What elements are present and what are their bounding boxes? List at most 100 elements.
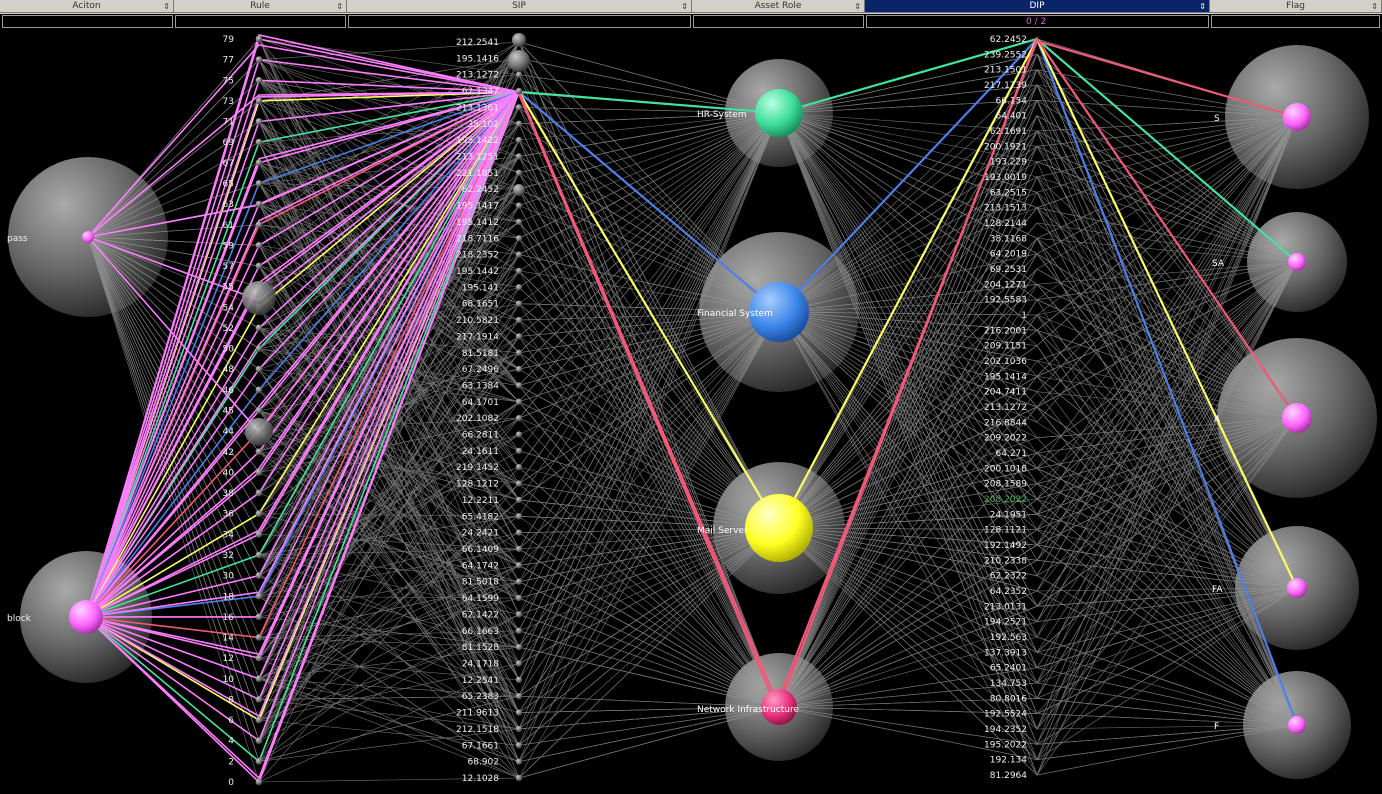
rule-tick-ball[interactable] xyxy=(255,97,263,105)
sip-tick-ball[interactable] xyxy=(515,284,523,291)
sip-tick-ball[interactable] xyxy=(515,349,523,356)
sort-icon[interactable]: ⇕ xyxy=(854,0,861,13)
sip-tick-ball[interactable] xyxy=(515,709,523,716)
sip-tick-ball[interactable] xyxy=(515,71,523,78)
rule-tick-ball[interactable] xyxy=(255,56,263,64)
sip-tick-ball[interactable] xyxy=(515,235,523,242)
sip-tick-ball[interactable] xyxy=(515,333,523,340)
rule-tick-ball[interactable] xyxy=(255,180,263,187)
sip-tick-ball[interactable] xyxy=(515,169,523,177)
sort-icon[interactable]: ⇕ xyxy=(336,0,343,13)
column-header-flag[interactable]: Flag ⇕ xyxy=(1210,0,1382,13)
flag-node-3[interactable] xyxy=(1287,578,1307,598)
sip-tick-ball[interactable] xyxy=(515,758,523,765)
filter-flag[interactable] xyxy=(1211,15,1380,28)
rule-tick-ball[interactable] xyxy=(255,696,263,703)
rule-tick-ball[interactable] xyxy=(255,551,263,559)
sip-tick-ball[interactable] xyxy=(515,120,523,127)
sip-tick-ball[interactable] xyxy=(515,660,523,667)
sip-bubble[interactable] xyxy=(512,33,526,47)
rule-tick-ball[interactable] xyxy=(255,716,263,724)
sip-tick-ball[interactable] xyxy=(515,87,523,95)
flag-node-2[interactable] xyxy=(1282,403,1312,433)
sip-tick-ball[interactable] xyxy=(515,431,523,438)
filter-action[interactable] xyxy=(2,15,173,28)
sip-tick-ball[interactable] xyxy=(515,693,523,700)
column-header-action[interactable]: Aciton ⇕ xyxy=(0,0,174,13)
rule-tick-ball[interactable] xyxy=(255,448,263,456)
column-header-rule[interactable]: Rule ⇕ xyxy=(174,0,347,13)
sip-tick-ball[interactable] xyxy=(515,464,523,471)
sip-tick-ball[interactable] xyxy=(515,627,523,634)
sip-tick-ball[interactable] xyxy=(515,578,523,585)
sip-tick-ball[interactable] xyxy=(515,611,523,618)
sip-tick-ball[interactable] xyxy=(515,545,523,553)
rule-tick-ball[interactable] xyxy=(255,386,263,394)
sip-tick-ball[interactable] xyxy=(515,202,523,209)
rule-tick-ball[interactable] xyxy=(255,324,263,332)
column-header-asset-role[interactable]: Asset Role ⇕ xyxy=(692,0,865,13)
rule-tick-ball[interactable] xyxy=(255,469,263,476)
filter-rule[interactable] xyxy=(175,15,346,28)
sip-tick-ball[interactable] xyxy=(515,529,523,536)
column-header-dip[interactable]: DIP ⇕ xyxy=(865,0,1210,13)
sip-tick-ball[interactable] xyxy=(515,365,523,373)
sip-tick-ball[interactable] xyxy=(515,643,523,651)
sip-bubble[interactable] xyxy=(508,50,530,72)
pass-node[interactable] xyxy=(82,231,94,243)
sip-tick-ball[interactable] xyxy=(515,496,523,504)
rule-tick-ball[interactable] xyxy=(255,510,263,518)
sip-tick-ball[interactable] xyxy=(515,382,523,389)
flag-node-1[interactable] xyxy=(1288,253,1306,271)
sip-tick-ball[interactable] xyxy=(515,414,523,422)
sip-tick-ball[interactable] xyxy=(515,316,523,324)
rule-tick-ball[interactable] xyxy=(255,675,263,683)
rule-bubble[interactable] xyxy=(242,281,276,315)
sip-bubble[interactable] xyxy=(513,184,525,196)
rule-tick-ball[interactable] xyxy=(255,345,263,352)
rule-tick-ball[interactable] xyxy=(255,221,263,229)
sip-tick-ball[interactable] xyxy=(515,562,523,569)
rule-tick-ball[interactable] xyxy=(255,572,263,580)
sip-tick-ball[interactable] xyxy=(515,300,523,307)
sip-tick-ball[interactable] xyxy=(515,136,523,144)
rule-tick-ball[interactable] xyxy=(255,737,263,745)
rule-tick-ball[interactable] xyxy=(255,634,263,641)
mail-server-node[interactable] xyxy=(745,494,813,562)
parallel-coordinates-view[interactable]: passblock7977757371696765636159575554525… xyxy=(0,32,1382,794)
flag-node-4[interactable] xyxy=(1288,716,1306,734)
rule-tick-ball[interactable] xyxy=(255,159,263,167)
sip-tick-ball[interactable] xyxy=(515,153,523,160)
sip-tick-ball[interactable] xyxy=(515,774,523,782)
sip-tick-ball[interactable] xyxy=(515,513,523,520)
rule-tick-ball[interactable] xyxy=(255,365,263,373)
sip-tick-ball[interactable] xyxy=(515,398,523,406)
sip-tick-ball[interactable] xyxy=(515,742,523,749)
hr-system-node[interactable] xyxy=(755,89,803,137)
filter-asset-role[interactable] xyxy=(693,15,864,28)
rule-tick-ball[interactable] xyxy=(255,138,263,146)
rule-tick-ball[interactable] xyxy=(255,76,263,84)
rule-tick-ball[interactable] xyxy=(255,118,263,125)
rule-tick-ball[interactable] xyxy=(255,778,263,786)
block-node[interactable] xyxy=(69,600,103,634)
rule-tick-ball[interactable] xyxy=(255,757,263,765)
filter-sip[interactable] xyxy=(348,15,691,28)
sip-tick-ball[interactable] xyxy=(515,251,523,258)
rule-tick-ball[interactable] xyxy=(255,530,263,538)
sip-tick-ball[interactable] xyxy=(515,447,523,455)
rule-tick-ball[interactable] xyxy=(255,613,263,621)
sip-tick-ball[interactable] xyxy=(515,218,523,226)
rule-tick-ball[interactable] xyxy=(255,262,263,270)
rule-tick-ball[interactable] xyxy=(255,200,263,208)
sort-icon[interactable]: ⇕ xyxy=(1199,0,1206,13)
sip-tick-ball[interactable] xyxy=(515,267,523,275)
sip-tick-ball[interactable] xyxy=(515,480,523,487)
sort-icon[interactable]: ⇕ xyxy=(163,0,170,13)
sort-icon[interactable]: ⇕ xyxy=(681,0,688,13)
column-header-sip[interactable]: SIP ⇕ xyxy=(347,0,692,13)
rule-tick-ball[interactable] xyxy=(255,489,263,497)
rule-tick-ball[interactable] xyxy=(255,592,263,600)
sort-icon[interactable]: ⇕ xyxy=(1371,0,1378,13)
rule-tick-ball[interactable] xyxy=(255,407,263,414)
